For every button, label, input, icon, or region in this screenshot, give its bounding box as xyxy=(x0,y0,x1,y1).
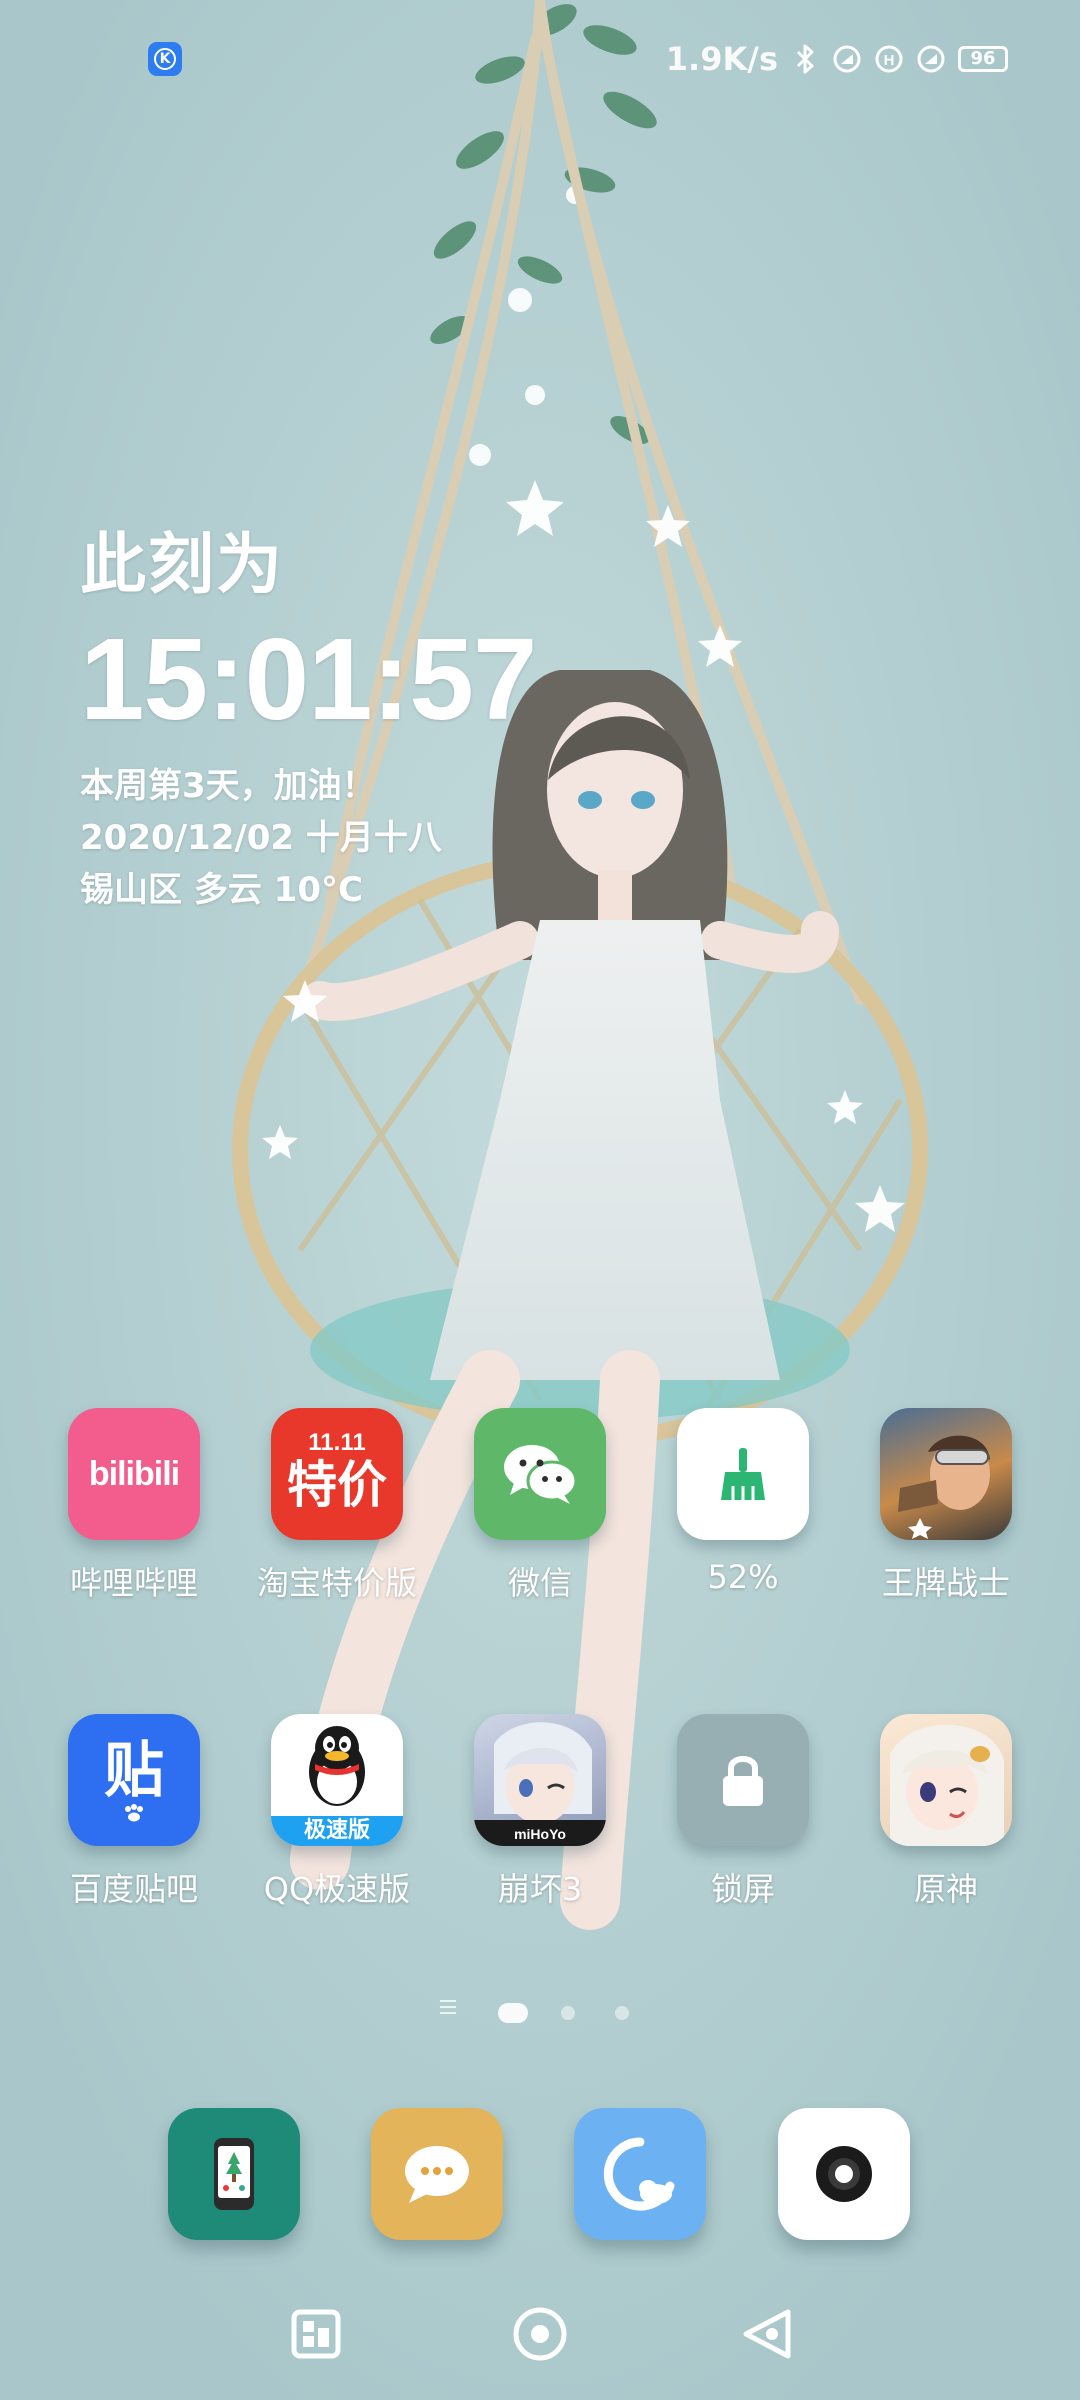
genshin-icon xyxy=(880,1714,1012,1846)
app-wechat[interactable]: 微信 xyxy=(440,1408,640,1604)
honkai3-icon: miHoYo xyxy=(474,1714,606,1846)
dock-browser-app[interactable] xyxy=(574,2108,706,2240)
app-label: 锁屏 xyxy=(710,1870,775,1908)
clock-time: 15:01:57 xyxy=(80,614,537,744)
browser-icon xyxy=(603,2137,675,2211)
home-icon xyxy=(513,2307,567,2361)
bilibili-icon: bilibili xyxy=(68,1408,200,1540)
app-label: 原神 xyxy=(913,1870,978,1908)
back-icon xyxy=(743,2309,791,2359)
hd-icon: H xyxy=(874,44,904,74)
status-indicators: 1.9K/s H 96 xyxy=(666,40,1008,78)
app-label: 微信 xyxy=(507,1564,572,1602)
page-indicator[interactable] xyxy=(0,2000,1080,2030)
recents-icon xyxy=(291,2309,341,2359)
phone-icon xyxy=(214,2138,254,2210)
cleaner-broom-icon xyxy=(677,1408,809,1540)
app-label: 淘宝特价版 xyxy=(256,1564,417,1602)
weather-text: 锡山区 多云 10°C xyxy=(80,870,363,910)
page-dot-2[interactable] xyxy=(561,2006,575,2020)
app-taobao-tejia[interactable]: 11.11 特价 淘宝特价版 xyxy=(237,1408,437,1604)
home-button[interactable] xyxy=(510,2304,570,2364)
app-label: 哔哩哔哩 xyxy=(69,1564,198,1602)
app-label: 百度贴吧 xyxy=(69,1870,198,1908)
app-label: 52% xyxy=(707,1558,779,1596)
page-dot-1[interactable] xyxy=(498,2003,528,2023)
bluetooth-icon xyxy=(790,44,820,74)
app-label: QQ极速版 xyxy=(263,1870,411,1908)
app-bilibili[interactable]: bilibili 哔哩哔哩 xyxy=(34,1408,234,1604)
k-app-icon: K xyxy=(148,42,182,76)
camera-icon xyxy=(816,2146,872,2202)
widget-caption: 此刻为 xyxy=(80,526,284,603)
qq-penguin-icon: 极速版 xyxy=(271,1714,403,1846)
app-label: 崩坏3 xyxy=(497,1870,583,1908)
app-cleaner[interactable]: 52% xyxy=(643,1408,843,1596)
svg-text:miHoYo: miHoYo xyxy=(514,1826,566,1842)
tieba-icon: 贴 xyxy=(68,1714,200,1846)
app-honkai3[interactable]: miHoYo 崩坏3 xyxy=(440,1714,640,1910)
signal-icon xyxy=(832,44,862,74)
wechat-icon xyxy=(474,1408,606,1540)
back-button[interactable] xyxy=(736,2304,796,2364)
message-bubble-icon xyxy=(405,2146,469,2203)
svg-text:H: H xyxy=(884,52,895,69)
recents-button[interactable] xyxy=(286,2304,346,2364)
taobao-tejia-icon: 11.11 特价 xyxy=(271,1408,403,1540)
hero-game-icon xyxy=(880,1408,1012,1540)
app-label: 王牌战士 xyxy=(881,1564,1010,1602)
app-wangpai-zhanshi[interactable]: 王牌战士 xyxy=(846,1408,1046,1604)
wallpaper xyxy=(0,0,1080,2400)
page-dot-3[interactable] xyxy=(615,2006,629,2020)
app-lock-screen[interactable]: 锁屏 xyxy=(643,1714,843,1910)
date-text: 2020/12/02 十月十八 xyxy=(80,818,442,858)
network-speed: 1.9K/s xyxy=(665,40,778,78)
app-genshin[interactable]: 原神 xyxy=(846,1714,1046,1910)
signal-2-icon xyxy=(916,44,946,74)
week-progress-text: 本周第3天，加油！ xyxy=(80,766,376,806)
status-bar: K 1.9K/s H 96 xyxy=(0,36,1080,84)
app-qq-lite[interactable]: 极速版 QQ极速版 xyxy=(237,1714,437,1910)
dock-phone-app[interactable] xyxy=(168,2108,300,2240)
feed-page-icon[interactable] xyxy=(440,2000,456,2014)
dock-messages-app[interactable] xyxy=(371,2108,503,2240)
clock-widget[interactable]: 此刻为 15:01:57 本周第3天，加油！ 2020/12/02 十月十八 锡… xyxy=(80,520,580,916)
app-baidu-tieba[interactable]: 贴 百度贴吧 xyxy=(34,1714,234,1910)
battery-icon: 96 xyxy=(958,46,1008,72)
lock-icon xyxy=(677,1714,809,1846)
battery-level: 96 xyxy=(970,48,996,69)
dock-camera-app[interactable] xyxy=(778,2108,910,2240)
